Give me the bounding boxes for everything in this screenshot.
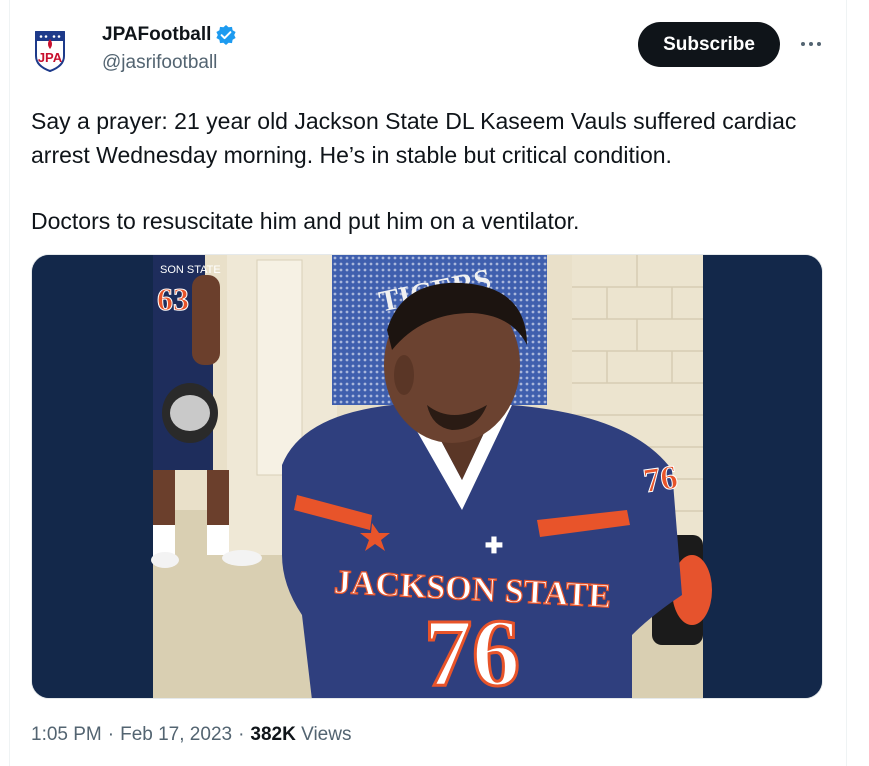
- brand-logo-icon: ✚: [485, 533, 503, 558]
- jpa-logo-icon: JPA: [35, 31, 65, 73]
- user-handle[interactable]: @jasrifootball: [102, 52, 217, 74]
- sleeve-number: 76: [641, 459, 680, 500]
- jersey-number: 76: [424, 599, 520, 699]
- subscribe-button[interactable]: Subscribe: [638, 22, 780, 67]
- tweet-meta: 1:05 PM · Feb 17, 2023 · 382K Views: [31, 724, 351, 746]
- name-row: JPAFootball: [102, 22, 237, 48]
- separator-dot: ·: [107, 724, 115, 745]
- tweet-paragraph: Say a prayer: 21 year old Jackson State …: [31, 108, 797, 168]
- tweet-time[interactable]: 1:05 PM: [31, 724, 102, 746]
- avatar-text: JPA: [38, 50, 63, 65]
- views-count: 382K: [250, 724, 296, 745]
- verified-badge-icon: [215, 24, 237, 46]
- tweet-text: Say a prayer: 21 year old Jackson State …: [31, 104, 821, 238]
- left-player-text: SON STATE: [160, 264, 221, 276]
- tweet-photo[interactable]: TIGERS SON STATE 63: [31, 254, 823, 699]
- photo-illustration: TIGERS SON STATE 63: [32, 255, 822, 699]
- tweet-paragraph: Doctors to resuscitate him and put him o…: [31, 208, 580, 234]
- display-name[interactable]: JPAFootball: [102, 24, 211, 46]
- more-horizontal-icon[interactable]: [796, 32, 826, 56]
- left-player-number: 63: [157, 281, 189, 317]
- avatar[interactable]: JPA: [26, 26, 74, 74]
- tweet-date[interactable]: Feb 17, 2023: [120, 724, 232, 746]
- views-label: Views: [301, 724, 352, 745]
- separator-dot: ·: [238, 724, 245, 745]
